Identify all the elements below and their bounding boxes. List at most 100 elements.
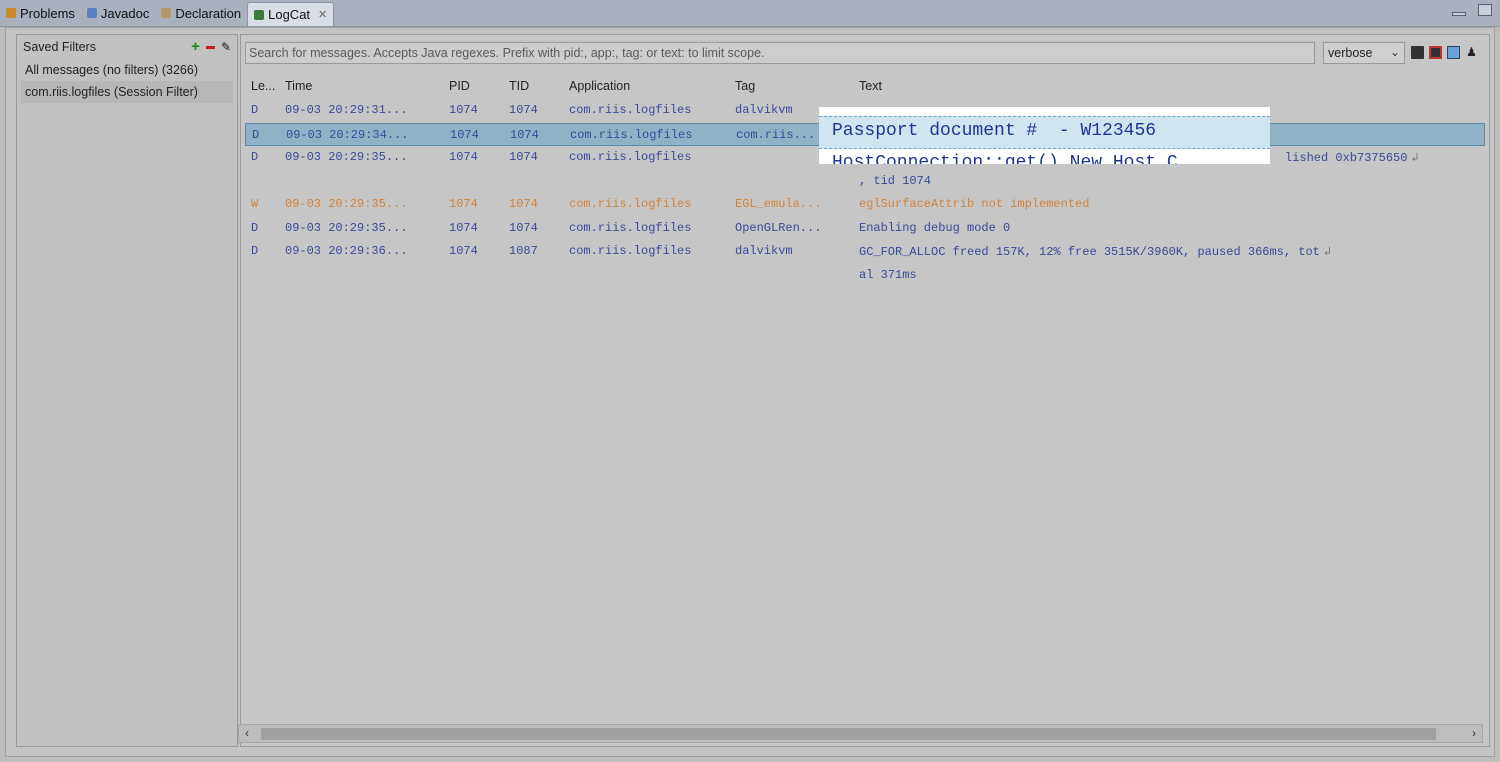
- highlight-popup: Passport document # - W123456 HostConnec…: [819, 107, 1270, 164]
- column-header-application[interactable]: Application: [569, 79, 630, 93]
- column-header-pid[interactable]: PID: [449, 79, 470, 93]
- highlight-text: Passport document # - W123456: [832, 121, 1157, 141]
- window-controls: [1452, 4, 1492, 16]
- cell-text: eglSurfaceAttrib not implemented: [859, 197, 1090, 211]
- maximize-icon[interactable]: [1478, 4, 1492, 16]
- edit-filter-icon[interactable]: ✎: [221, 40, 231, 54]
- table-row-warning[interactable]: W 09-03 20:29:35... 1074 1074 com.riis.l…: [245, 193, 1485, 217]
- line-wrap-icon: ↲: [1411, 151, 1419, 165]
- saved-filters-panel: Saved Filters + ✎ All messages (no filte…: [16, 34, 238, 747]
- cell-tag: com.riis...: [736, 127, 816, 142]
- horizontal-scrollbar[interactable]: ‹ ›: [238, 724, 1483, 743]
- table-row-continuation[interactable]: , tid 1074: [245, 170, 1485, 194]
- search-input[interactable]: [245, 42, 1315, 64]
- logcat-icon: [254, 9, 265, 20]
- table-row[interactable]: D 09-03 20:29:36... 1074 1087 com.riis.l…: [245, 240, 1485, 264]
- cell-pid: 1074: [450, 127, 479, 142]
- declaration-icon: [161, 8, 172, 18]
- filter-item-label: All messages (no filters) (3266): [25, 63, 198, 77]
- saved-filters-title: Saved Filters: [23, 40, 96, 54]
- close-icon[interactable]: ✕: [318, 8, 327, 21]
- cell-time: 09-03 20:29:35...: [285, 150, 408, 164]
- column-header-tag[interactable]: Tag: [735, 79, 755, 93]
- cell-text-value: lished 0xb7375650: [1285, 151, 1408, 165]
- cell-level: D: [252, 127, 260, 142]
- display-toggle-icon[interactable]: ♟: [1465, 46, 1478, 59]
- problems-icon: [6, 8, 16, 18]
- tab-label: Javadoc: [100, 5, 150, 21]
- cell-text: al 371ms: [859, 267, 917, 282]
- cell-tid: 1074: [510, 127, 539, 142]
- cell-application: com.riis.logfiles: [569, 103, 692, 117]
- cell-level: D: [251, 150, 259, 164]
- javadoc-icon: [86, 8, 97, 18]
- line-wrap-icon: ↲: [1323, 245, 1332, 259]
- cell-level: W: [251, 197, 259, 211]
- table-header: Le... Time PID TID Application Tag Text: [245, 79, 1485, 97]
- cell-text-value: GC_FOR_ALLOC freed 157K, 12% free 3515K/…: [859, 245, 1320, 259]
- cell-level: D: [251, 244, 259, 258]
- cell-pid: 1074: [449, 197, 478, 211]
- cell-application: com.riis.logfiles: [569, 244, 692, 258]
- remove-filter-icon[interactable]: [205, 45, 215, 49]
- cell-level: D: [251, 220, 259, 235]
- log-level-value: verbose: [1328, 46, 1373, 60]
- clear-log-icon[interactable]: [1429, 46, 1442, 59]
- scrollbar-thumb[interactable]: [261, 728, 1436, 740]
- cell-level: D: [251, 103, 259, 117]
- highlight-underlying-text: HostConnection::get() New Host C: [832, 153, 1178, 164]
- saved-filters-header: Saved Filters + ✎: [17, 35, 237, 59]
- cell-pid: 1074: [449, 220, 478, 235]
- logcat-view: Saved Filters + ✎ All messages (no filte…: [5, 27, 1495, 757]
- cell-pid: 1074: [449, 244, 478, 258]
- tab-label: Problems: [20, 5, 75, 21]
- cell-application: com.riis.logfiles: [569, 150, 692, 164]
- scroll-left-icon[interactable]: ‹: [245, 726, 249, 740]
- tab-logcat[interactable]: LogCat ✕: [247, 2, 335, 26]
- log-level-select[interactable]: verbose ⌄: [1323, 42, 1405, 64]
- cell-tid: 1074: [509, 150, 538, 164]
- cell-text: , tid 1074: [859, 173, 932, 188]
- cell-application: com.riis.logfiles: [570, 127, 693, 142]
- cell-application: com.riis.logfiles: [569, 197, 692, 211]
- cell-pid: 1074: [449, 103, 478, 117]
- cell-application: com.riis.logfiles: [569, 220, 692, 235]
- cell-tid: 1074: [509, 103, 538, 117]
- scroll-lock-icon[interactable]: [1447, 46, 1460, 59]
- cell-tag: OpenGLRen...: [735, 220, 822, 235]
- search-toolbar: verbose ⌄ ♟: [245, 40, 1485, 66]
- chevron-down-icon: ⌄: [1389, 45, 1400, 59]
- filter-item-label: com.riis.logfiles (Session Filter): [25, 85, 198, 99]
- cell-tid: 1087: [509, 244, 538, 258]
- cell-time: 09-03 20:29:35...: [285, 197, 408, 211]
- cell-tag: EGL_emula...: [735, 197, 822, 211]
- cell-time: 09-03 20:29:35...: [285, 220, 408, 235]
- cell-text: lished 0xb7375650 ↲: [1285, 150, 1419, 165]
- column-header-time[interactable]: Time: [285, 79, 312, 93]
- cell-tag: dalvikvm: [735, 244, 793, 258]
- column-header-tid[interactable]: TID: [509, 79, 529, 93]
- column-header-text[interactable]: Text: [859, 79, 882, 93]
- filter-item-all-messages[interactable]: All messages (no filters) (3266): [21, 59, 233, 81]
- minimize-icon[interactable]: [1452, 12, 1466, 16]
- view-tab-bar: Problems Javadoc Declaration LogCat ✕: [0, 0, 1500, 27]
- filter-item-session[interactable]: com.riis.logfiles (Session Filter): [21, 81, 233, 103]
- scroll-right-icon[interactable]: ›: [1472, 726, 1476, 740]
- tab-label: LogCat: [268, 7, 311, 22]
- add-filter-icon[interactable]: +: [191, 39, 200, 54]
- tab-javadoc[interactable]: Javadoc: [81, 0, 155, 26]
- table-row[interactable]: D 09-03 20:29:35... 1074 1074 com.riis.l…: [245, 217, 1485, 241]
- cell-text: Enabling debug mode 0: [859, 220, 1011, 235]
- tab-problems[interactable]: Problems: [0, 0, 81, 26]
- cell-time: 09-03 20:29:34...: [286, 127, 409, 142]
- cell-tag: dalvikvm: [735, 103, 793, 117]
- cell-time: 09-03 20:29:36...: [285, 244, 408, 258]
- cell-text: GC_FOR_ALLOC freed 157K, 12% free 3515K/…: [859, 244, 1331, 259]
- column-header-level[interactable]: Le...: [251, 79, 275, 93]
- cell-tid: 1074: [509, 220, 538, 235]
- save-icon[interactable]: [1411, 46, 1424, 59]
- cell-time: 09-03 20:29:31...: [285, 103, 408, 117]
- table-row-continuation[interactable]: al 371ms: [245, 264, 1485, 288]
- tab-label: Declaration: [175, 5, 242, 21]
- tab-declaration[interactable]: Declaration: [155, 0, 247, 26]
